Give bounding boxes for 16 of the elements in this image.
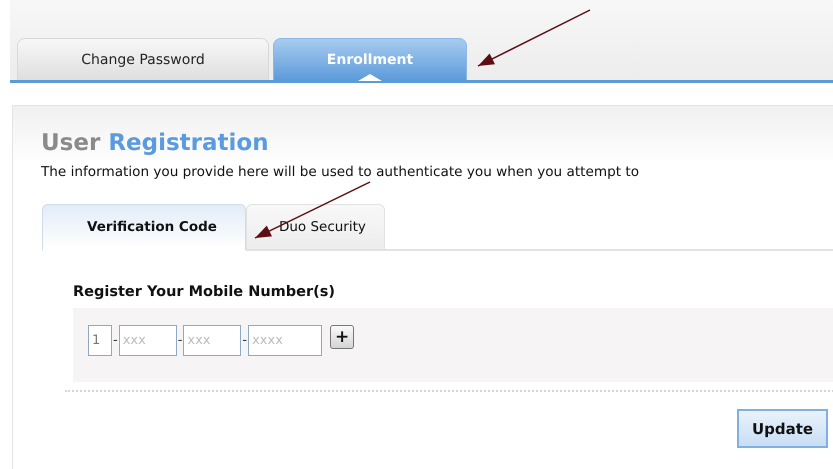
separator: - (241, 332, 248, 350)
separator: - (112, 332, 119, 350)
page-title: Registration (108, 130, 269, 156)
input-field[interactable]: xxx (118, 325, 177, 356)
update-button[interactable]: Update (737, 409, 828, 448)
description-text: The information you provide here will be used to authenticate you when you attempt to (40, 163, 640, 180)
input-field[interactable]: 1 (88, 325, 112, 356)
tab[interactable]: Duo Security (246, 204, 385, 251)
title-prefix: User (41, 130, 100, 156)
input-field[interactable]: xxx (183, 325, 242, 356)
tab[interactable]: Change Password (17, 38, 269, 80)
separator: - (176, 332, 184, 350)
add-button[interactable]: + (330, 325, 354, 349)
section-heading: Register Your Mobile Number(s) (73, 284, 336, 300)
tab[interactable]: Verification Code (42, 204, 246, 251)
input-field[interactable]: xxxx (248, 325, 322, 356)
